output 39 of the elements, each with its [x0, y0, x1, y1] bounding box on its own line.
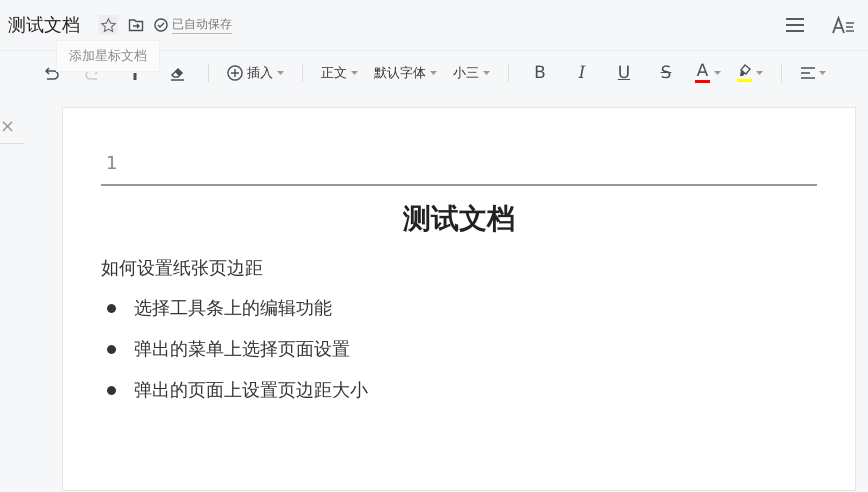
check-circle-icon [154, 18, 168, 32]
text-style-icon[interactable] [832, 16, 854, 34]
strikethrough-button[interactable]: S [645, 59, 687, 87]
highlighter-icon [738, 64, 752, 78]
save-status: 已自动保存 [172, 16, 232, 34]
format-dropdown[interactable]: 小三 [445, 59, 498, 87]
list-item: 弹出的菜单上选择页面设置 [134, 338, 350, 361]
caret-icon [351, 71, 358, 75]
list-item: 选择工具条上的编辑功能 [134, 297, 332, 320]
caret-icon [277, 71, 284, 75]
menu-icon[interactable] [786, 18, 804, 32]
italic-button[interactable]: I [561, 59, 603, 87]
undo-icon [43, 66, 59, 80]
format-dropdown[interactable]: 正文 [313, 59, 366, 87]
document-heading: 测试文档 [402, 201, 516, 237]
insert-menu[interactable]: 插入 [219, 59, 292, 87]
move-to-folder-icon[interactable] [128, 17, 144, 33]
paragraph: 如何设置纸张页边距 [101, 257, 264, 280]
underline-button[interactable]: U [603, 59, 645, 87]
tooltip: 添加星标文档 [56, 40, 160, 72]
align-left-icon [800, 67, 814, 79]
caret-icon [756, 71, 763, 75]
list-item: 弹出的页面上设置页边距大小 [134, 379, 368, 402]
caret-icon [818, 71, 826, 75]
caret-icon [483, 71, 490, 75]
bold-button[interactable]: B [519, 59, 561, 87]
font-color-button[interactable]: A [687, 59, 729, 87]
document-title: 测试文档 [8, 14, 80, 37]
star-icon [100, 16, 116, 34]
caret-icon [714, 71, 721, 75]
bullet-icon [107, 304, 116, 312]
star-button[interactable] [98, 15, 118, 35]
caret-icon [430, 71, 437, 75]
bullet-icon [107, 344, 116, 354]
bullet-icon [107, 386, 116, 394]
page-header-text: 1 [101, 152, 817, 186]
format-dropdown[interactable]: 默认字体 [366, 59, 445, 87]
plus-circle-icon [227, 65, 243, 81]
eraser-icon [169, 65, 185, 81]
